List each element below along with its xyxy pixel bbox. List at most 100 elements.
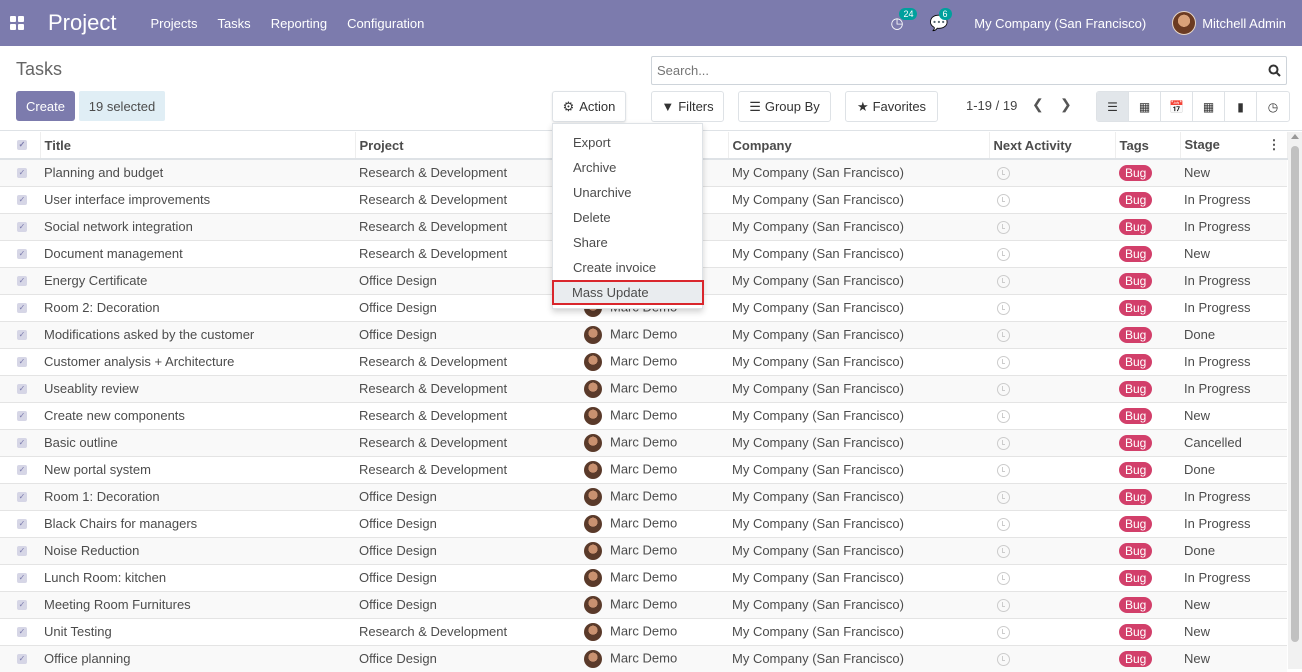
action-button[interactable]: ⚙ Action (552, 91, 626, 122)
next-activity[interactable] (989, 401, 1115, 429)
column-options-icon[interactable]: ⋮ (1268, 137, 1281, 153)
table-row[interactable]: ✓ New portal system Research & Development… (0, 455, 1287, 483)
menu-item-export[interactable]: Export (553, 130, 702, 155)
menu-projects[interactable]: Projects (150, 16, 197, 31)
clock-icon[interactable] (997, 410, 1010, 424)
next-activity[interactable] (989, 239, 1115, 267)
table-row[interactable]: ✓ Lunch Room: kitchen Office Design Marc De… (0, 563, 1287, 591)
filters-button[interactable]: ▼ Filters (651, 91, 724, 122)
activity-view-icon[interactable]: ◷ (1257, 92, 1289, 121)
menu-tasks[interactable]: Tasks (217, 16, 250, 31)
menu-item-mass-update[interactable]: Mass Update (552, 280, 704, 305)
clock-icon[interactable] (997, 275, 1010, 289)
user-avatar[interactable] (1172, 11, 1197, 35)
next-activity[interactable] (989, 509, 1115, 537)
group-by-button[interactable]: ☰ Group By (738, 91, 831, 122)
activity-button[interactable]: ◷ 24 (890, 8, 918, 32)
row-checkbox[interactable]: ✓ (0, 374, 40, 402)
row-checkbox[interactable]: ✓ (0, 320, 40, 348)
next-activity[interactable] (989, 563, 1115, 591)
select-all-checkbox[interactable]: ✓ (0, 132, 41, 160)
graph-view-icon[interactable]: ▮ (1225, 92, 1257, 121)
row-checkbox[interactable]: ✓ (0, 401, 40, 429)
clock-icon[interactable] (997, 518, 1010, 532)
apps-menu-icon[interactable] (10, 16, 24, 30)
clock-icon[interactable] (997, 383, 1010, 397)
clock-icon[interactable] (997, 194, 1010, 208)
row-checkbox[interactable]: ✓ (0, 428, 40, 456)
clock-icon[interactable] (997, 626, 1010, 640)
menu-item-create-invoice[interactable]: Create invoice (553, 255, 702, 280)
pivot-view-icon[interactable]: ▦ (1193, 92, 1225, 121)
column-header-tags[interactable]: Tags (1115, 132, 1181, 160)
row-checkbox[interactable]: ✓ (0, 212, 40, 240)
column-header-project[interactable]: Project (355, 132, 581, 160)
row-checkbox[interactable]: ✓ (0, 509, 40, 537)
clock-icon[interactable] (997, 491, 1010, 505)
next-activity[interactable] (989, 428, 1115, 456)
clock-icon[interactable] (997, 356, 1010, 370)
clock-icon[interactable] (997, 437, 1010, 451)
clock-icon[interactable] (997, 545, 1010, 559)
search-input[interactable] (652, 63, 1262, 78)
next-activity[interactable] (989, 536, 1115, 564)
create-button[interactable]: Create (16, 91, 75, 121)
scroll-up-icon[interactable] (1291, 134, 1299, 139)
pager-next-icon[interactable]: ❯ (1060, 96, 1072, 113)
row-checkbox[interactable]: ✓ (0, 455, 40, 483)
table-row[interactable]: ✓ Unit Testing Research & Development Marc … (0, 617, 1287, 645)
table-row[interactable]: ✓ Office planning Office Design Marc Demo My… (0, 644, 1287, 672)
row-checkbox[interactable]: ✓ (0, 536, 40, 564)
search-icon[interactable] (1262, 64, 1286, 77)
vertical-scrollbar[interactable] (1288, 132, 1302, 669)
company-switcher[interactable]: My Company (San Francisco) (974, 16, 1146, 31)
table-row[interactable]: ✓ Create new components Research & Develop… (0, 401, 1287, 429)
column-header-company[interactable]: Company (728, 132, 990, 160)
table-row[interactable]: ✓ Basic outline Research & Development Marc… (0, 428, 1287, 456)
next-activity[interactable] (989, 158, 1115, 186)
next-activity[interactable] (989, 617, 1115, 645)
table-row[interactable]: ✓ Useablity review Research & Development M… (0, 374, 1287, 402)
next-activity[interactable] (989, 293, 1115, 321)
pager-previous-icon[interactable]: ❮ (1032, 96, 1044, 113)
app-name[interactable]: Project (48, 10, 116, 36)
next-activity[interactable] (989, 266, 1115, 294)
clock-icon[interactable] (997, 248, 1010, 262)
row-checkbox[interactable]: ✓ (0, 185, 40, 213)
clock-icon[interactable] (997, 572, 1010, 586)
row-checkbox[interactable]: ✓ (0, 239, 40, 267)
clock-icon[interactable] (997, 653, 1010, 667)
clock-icon[interactable] (997, 464, 1010, 478)
row-checkbox[interactable]: ✓ (0, 347, 40, 375)
next-activity[interactable] (989, 320, 1115, 348)
row-checkbox[interactable]: ✓ (0, 617, 40, 645)
next-activity[interactable] (989, 455, 1115, 483)
table-row[interactable]: ✓ Room 1: Decoration Office Design Marc Dem… (0, 482, 1287, 510)
row-checkbox[interactable]: ✓ (0, 482, 40, 510)
row-checkbox[interactable]: ✓ (0, 266, 40, 294)
column-header-title[interactable]: Title (40, 132, 356, 160)
menu-item-archive[interactable]: Archive (553, 155, 702, 180)
favorites-button[interactable]: ★ Favorites (845, 91, 938, 122)
column-header-next-activity[interactable]: Next Activity (989, 132, 1116, 160)
scroll-thumb[interactable] (1291, 146, 1299, 642)
next-activity[interactable] (989, 482, 1115, 510)
user-menu[interactable]: Mitchell Admin (1202, 16, 1286, 31)
column-header-stage[interactable]: Stage ⋮ (1180, 132, 1288, 160)
next-activity[interactable] (989, 590, 1115, 618)
table-row[interactable]: ✓ Noise Reduction Office Design Marc Demo My… (0, 536, 1287, 564)
clock-icon[interactable] (997, 221, 1010, 235)
messaging-button[interactable]: 💬 6 (930, 8, 952, 32)
clock-icon[interactable] (997, 167, 1010, 181)
kanban-view-icon[interactable]: ▦ (1129, 92, 1161, 121)
menu-item-share[interactable]: Share (553, 230, 702, 255)
row-checkbox[interactable]: ✓ (0, 590, 40, 618)
table-row[interactable]: ✓ Black Chairs for managers Office Design M… (0, 509, 1287, 537)
next-activity[interactable] (989, 185, 1115, 213)
table-row[interactable]: ✓ Customer analysis + Architecture Researc… (0, 347, 1287, 375)
pager-value[interactable]: 1-19 / 19 (966, 98, 1017, 113)
next-activity[interactable] (989, 374, 1115, 402)
list-view-icon[interactable]: ☰ (1097, 92, 1129, 121)
next-activity[interactable] (989, 212, 1115, 240)
menu-item-unarchive[interactable]: Unarchive (553, 180, 702, 205)
